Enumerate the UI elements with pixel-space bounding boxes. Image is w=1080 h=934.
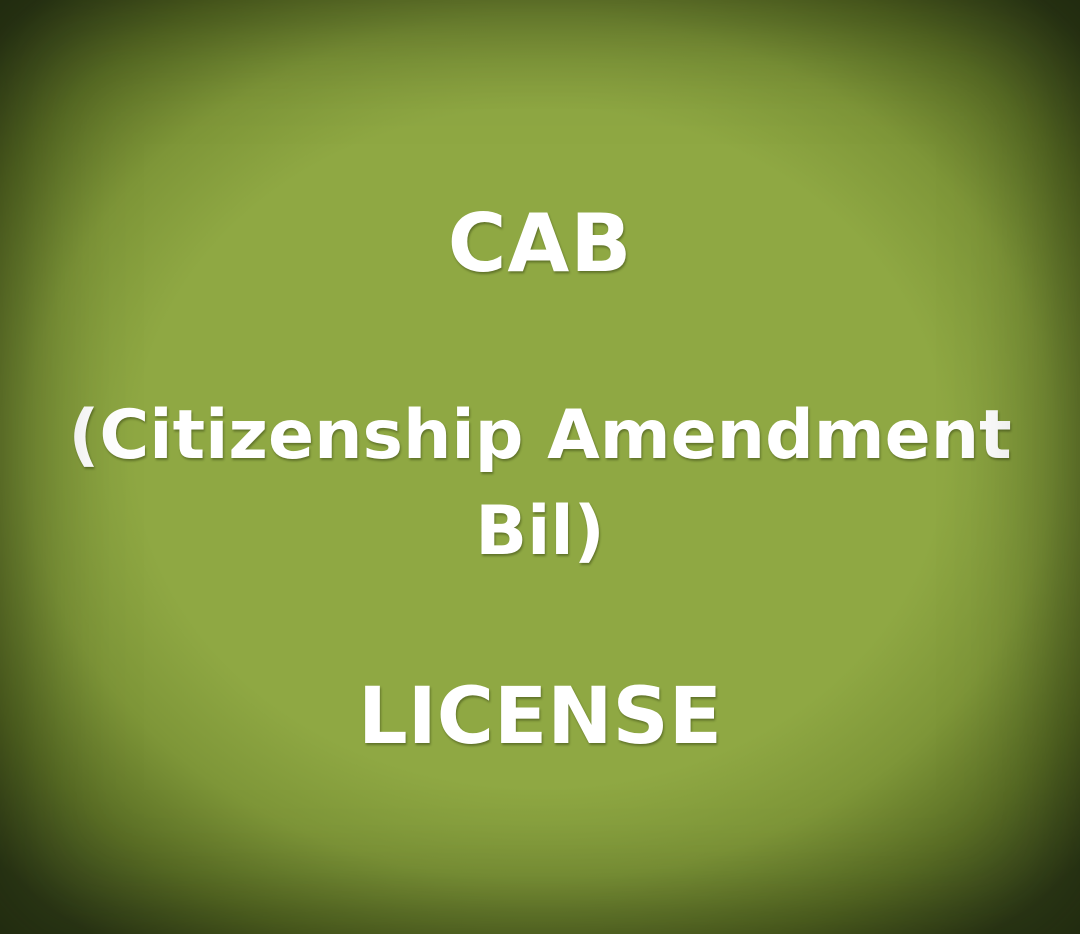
subtitle-line-2: Bil) xyxy=(475,492,605,571)
poster-canvas: CAB (Citizenship Amendment Bil) LICENSE xyxy=(0,0,1080,934)
subtitle-line-1: (Citizenship Amendment xyxy=(68,396,1012,475)
title-text: CAB xyxy=(447,197,633,290)
footer-text: LICENSE xyxy=(358,672,722,762)
